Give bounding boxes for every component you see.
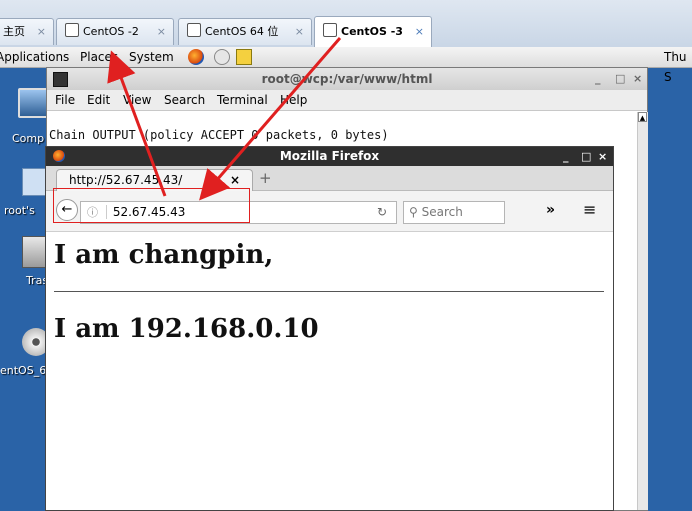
annotation-arrow-url [199,37,342,201]
annotation-arrows [107,37,342,201]
annotation-arrow-places [107,50,167,197]
